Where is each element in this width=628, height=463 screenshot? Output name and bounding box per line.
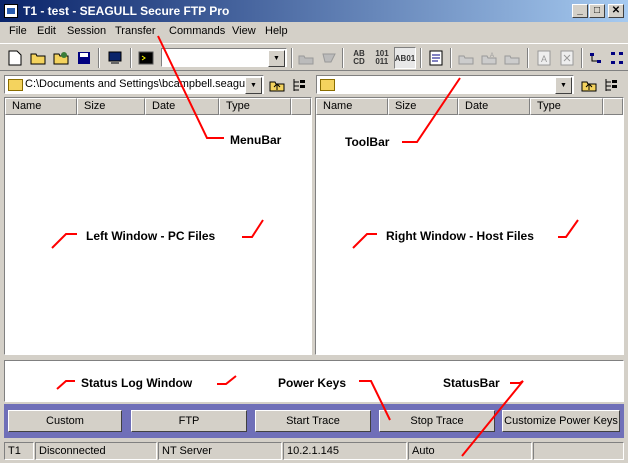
save-icon[interactable] — [73, 47, 95, 69]
close-button[interactable]: ✕ — [608, 4, 624, 18]
app-icon — [4, 4, 18, 18]
terminal-icon[interactable] — [135, 47, 157, 69]
connect-icon[interactable] — [295, 47, 317, 69]
power-key-ftp[interactable]: FTP — [131, 410, 247, 432]
toolbar-separator — [342, 48, 344, 68]
menu-commands[interactable]: Commands — [169, 25, 225, 37]
up-folder-icon[interactable] — [266, 74, 288, 96]
toolbar-separator — [527, 48, 529, 68]
rename-icon[interactable]: A — [478, 47, 500, 69]
rename-file-icon[interactable]: A — [533, 47, 555, 69]
status-extra — [533, 442, 624, 460]
window-title: T1 - test - SEAGULL Secure FTP Pro — [23, 4, 230, 18]
menu-bar: File Edit Session Transfer Commands View… — [0, 22, 628, 42]
folder-tree-icon[interactable] — [600, 74, 622, 96]
toolbar-separator — [450, 48, 452, 68]
up-folder-icon[interactable] — [578, 74, 600, 96]
delete-folder-icon[interactable] — [501, 47, 523, 69]
menu-edit[interactable]: Edit — [37, 25, 56, 37]
column-header-filler — [291, 98, 311, 115]
binary-mode-icon[interactable]: 101 011 — [371, 47, 393, 69]
menu-file[interactable]: File — [9, 25, 27, 37]
annotation-power-keys: Power Keys — [278, 376, 347, 390]
column-header-type[interactable]: Type — [219, 98, 291, 115]
status-session: T1 — [4, 442, 34, 460]
toolbar-separator — [130, 48, 132, 68]
column-header-type[interactable]: Type — [530, 98, 603, 115]
power-key-start-trace[interactable]: Start Trace — [255, 410, 371, 432]
computer-icon[interactable] — [104, 47, 126, 69]
open-folder-icon[interactable] — [27, 47, 49, 69]
column-header-name[interactable]: Name — [5, 98, 77, 115]
toolbar-separator — [98, 48, 100, 68]
toolbar-separator — [420, 48, 422, 68]
status-host-ip: 10.2.1.145 — [283, 442, 407, 460]
status-server-type: NT Server — [158, 442, 282, 460]
toolbar: ▼ AB CD 101 011 AB01 A A — [0, 43, 628, 71]
menu-session[interactable]: Session — [67, 25, 106, 37]
chevron-down-icon[interactable]: ▼ — [268, 50, 285, 67]
menu-help[interactable]: Help — [265, 25, 288, 37]
annotation-toolbar: ToolBar — [345, 135, 390, 149]
properties-icon[interactable] — [425, 47, 447, 69]
title-bar: T1 - test - SEAGULL Secure FTP Pro _ □ ✕ — [0, 0, 628, 22]
chevron-down-icon[interactable]: ▼ — [245, 77, 262, 94]
view-tree-icon[interactable] — [606, 47, 628, 69]
menu-transfer[interactable]: Transfer — [115, 25, 156, 37]
delete-file-icon[interactable] — [556, 47, 578, 69]
left-path-value: C:\Documents and Settings\bcampbell.seag… — [25, 78, 245, 90]
annotation-statusbar: StatusBar — [443, 376, 500, 390]
column-header-size[interactable]: Size — [77, 98, 145, 115]
folder-icon — [320, 79, 335, 91]
column-header-name[interactable]: Name — [316, 98, 388, 115]
status-transfer-mode: Auto — [408, 442, 532, 460]
right-path-combo[interactable]: ▼ — [316, 75, 574, 94]
view-list-icon[interactable] — [585, 47, 607, 69]
maximize-button[interactable]: □ — [589, 4, 605, 18]
svg-text:A: A — [490, 53, 494, 59]
power-key-stop-trace[interactable]: Stop Trace — [379, 410, 495, 432]
annotation-menubar: MenuBar — [230, 133, 282, 147]
folder-icon — [8, 79, 23, 91]
toolbar-separator — [581, 48, 583, 68]
column-header-date[interactable]: Date — [458, 98, 530, 115]
annotation-left-window: Left Window - PC Files — [86, 229, 216, 243]
annotation-status-log: Status Log Window — [81, 376, 193, 390]
left-path-combo[interactable]: C:\Documents and Settings\bcampbell.seag… — [4, 75, 264, 94]
session-combo[interactable]: ▼ — [161, 48, 287, 67]
column-header-size[interactable]: Size — [388, 98, 458, 115]
chevron-down-icon[interactable]: ▼ — [555, 77, 572, 94]
menu-view[interactable]: View — [232, 25, 256, 37]
status-connection: Disconnected — [35, 442, 157, 460]
auto-mode-icon[interactable]: AB01 — [394, 47, 416, 69]
minimize-button[interactable]: _ — [572, 4, 588, 18]
mkdir-icon[interactable] — [455, 47, 477, 69]
power-key-customize[interactable]: Customize Power Keys — [502, 410, 620, 432]
open-session-icon[interactable] — [50, 47, 72, 69]
annotation-right-window: Right Window - Host Files — [386, 229, 534, 243]
new-icon[interactable] — [4, 47, 26, 69]
column-header-filler — [603, 98, 623, 115]
disconnect-icon[interactable] — [318, 47, 340, 69]
column-header-date[interactable]: Date — [145, 98, 219, 115]
power-key-custom[interactable]: Custom — [8, 410, 122, 432]
folder-tree-icon[interactable] — [288, 74, 310, 96]
ascii-mode-icon[interactable]: AB CD — [348, 47, 370, 69]
toolbar-separator — [291, 48, 293, 68]
svg-text:A: A — [541, 54, 547, 64]
